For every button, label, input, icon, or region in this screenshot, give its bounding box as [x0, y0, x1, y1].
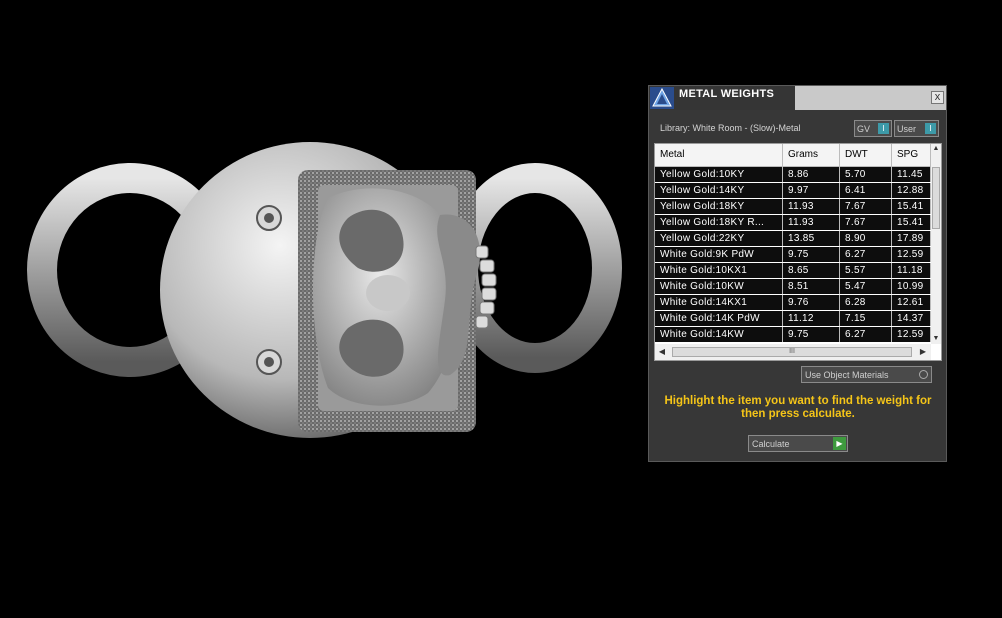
table-row[interactable]: Yellow Gold:18KY 11.93 7.67 15.41: [655, 199, 931, 215]
scroll-down-icon[interactable]: ▼: [931, 334, 941, 344]
table-cell: 11.12: [783, 311, 840, 326]
table-cell: 13.85: [783, 231, 840, 246]
table-cell: 5.57: [840, 263, 892, 278]
table-cell: 8.86: [783, 167, 840, 182]
table-row[interactable]: Yellow Gold:22KY 13.85 8.90 17.89: [655, 231, 931, 247]
table-cell: 9.75: [783, 327, 840, 342]
table-cell: 9.97: [783, 183, 840, 198]
table-cell: 8.51: [783, 279, 840, 294]
table-cell: 10.99: [892, 279, 931, 294]
table-row[interactable]: White Gold:10KW 8.51 5.47 10.99: [655, 279, 931, 295]
metal-weights-panel: METAL WEIGHTS x Library: White Room - (S…: [648, 85, 947, 462]
column-header-spg[interactable]: SPG: [892, 144, 931, 166]
table-cell: 7.67: [840, 215, 892, 230]
metal-table[interactable]: Metal Grams DWT SPG Yellow Gold:10KY 8.86…: [654, 143, 942, 361]
3d-viewport[interactable]: [0, 0, 640, 613]
table-row[interactable]: Yellow Gold:14KY 9.97 6.41 12.88: [655, 183, 931, 199]
table-cell: Yellow Gold:18KY: [655, 199, 783, 214]
vertical-scrollbar[interactable]: ▲ ▼: [931, 144, 941, 344]
table-cell: 7.67: [840, 199, 892, 214]
table-cell: 12.88: [892, 183, 931, 198]
table-cell: White Gold:9K PdW: [655, 247, 783, 262]
table-cell: 12.59: [892, 327, 931, 342]
table-cell: 7.15: [840, 311, 892, 326]
table-row[interactable]: White Gold:14K PdW 11.12 7.15 14.37: [655, 311, 931, 327]
table-cell: 8.65: [783, 263, 840, 278]
calculate-button[interactable]: Calculate ▶: [748, 435, 848, 452]
table-row[interactable]: White Gold:10KX1 8.65 5.57 11.18: [655, 263, 931, 279]
table-cell: 11.93: [783, 199, 840, 214]
scroll-left-icon[interactable]: ◀: [656, 346, 668, 358]
title-tab: METAL WEIGHTS: [649, 86, 795, 110]
pendant-model: [27, 142, 622, 438]
table-cell: 15.41: [892, 215, 931, 230]
table-cell: 5.70: [840, 167, 892, 182]
table-cell: White Gold:10KX1: [655, 263, 783, 278]
calculate-label: Calculate: [752, 439, 790, 449]
table-cell: 11.45: [892, 167, 931, 182]
table-cell: 12.61: [892, 295, 931, 310]
table-cell: 6.41: [840, 183, 892, 198]
table-cell: 15.41: [892, 199, 931, 214]
toggle-knob-icon: I: [878, 123, 889, 134]
gv-toggle-label: GV: [857, 124, 871, 134]
instruction-text: Highlight the item you want to find the …: [664, 395, 932, 420]
use-object-materials-option[interactable]: Use Object Materials: [801, 366, 932, 383]
radio-icon: [919, 370, 928, 379]
table-body: Yellow Gold:10KY 8.86 5.70 11.45 Yellow Gold…: [655, 167, 931, 343]
skull: [313, 188, 460, 406]
use-object-materials-label: Use Object Materials: [805, 370, 889, 380]
table-cell: 9.76: [783, 295, 840, 310]
table-cell: 17.89: [892, 231, 931, 246]
table-row[interactable]: White Gold:9K PdW 9.75 6.27 12.59: [655, 247, 931, 263]
horizontal-scrollbar[interactable]: ◀ III ▶: [655, 344, 931, 360]
table-cell: White Gold:14KX1: [655, 295, 783, 310]
column-header-dwt[interactable]: DWT: [840, 144, 892, 166]
table-row[interactable]: White Gold:14KX1 9.76 6.28 12.61: [655, 295, 931, 311]
app-logo-icon: [650, 87, 674, 109]
gv-toggle[interactable]: GV I: [854, 120, 892, 137]
table-cell: 11.93: [783, 215, 840, 230]
table-cell: 14.37: [892, 311, 931, 326]
table-row[interactable]: Yellow Gold:18KY R... 11.93 7.67 15.41: [655, 215, 931, 231]
table-cell: 11.18: [892, 263, 931, 278]
scroll-right-icon[interactable]: ▶: [917, 346, 929, 358]
library-label: Library: White Room - (Slow)-Metal: [660, 123, 801, 133]
table-header: Metal Grams DWT SPG: [655, 144, 931, 167]
table-cell: White Gold:14KW: [655, 327, 783, 342]
table-cell: 6.27: [840, 327, 892, 342]
table-cell: White Gold:10KW: [655, 279, 783, 294]
close-icon: x: [934, 91, 941, 103]
table-cell: White Gold:14K PdW: [655, 311, 783, 326]
panel-title: METAL WEIGHTS: [679, 88, 775, 100]
close-button[interactable]: x: [931, 91, 944, 104]
table-cell: 6.28: [840, 295, 892, 310]
table-cell: 6.27: [840, 247, 892, 262]
scroll-up-icon[interactable]: ▲: [931, 144, 941, 154]
vertical-scroll-thumb[interactable]: [932, 167, 940, 229]
toggle-knob-icon: I: [925, 123, 936, 134]
column-header-grams[interactable]: Grams: [783, 144, 840, 166]
table-cell: Yellow Gold:14KY: [655, 183, 783, 198]
user-toggle[interactable]: User I: [894, 120, 939, 137]
panel-titlebar[interactable]: METAL WEIGHTS x: [649, 86, 946, 110]
table-row[interactable]: Yellow Gold:10KY 8.86 5.70 11.45: [655, 167, 931, 183]
play-arrow-icon: ▶: [833, 437, 846, 450]
table-row[interactable]: White Gold:14KW 9.75 6.27 12.59: [655, 327, 931, 343]
table-cell: 8.90: [840, 231, 892, 246]
table-cell: 12.59: [892, 247, 931, 262]
user-toggle-label: User: [897, 124, 917, 134]
table-cell: 5.47: [840, 279, 892, 294]
table-cell: 9.75: [783, 247, 840, 262]
table-cell: Yellow Gold:18KY R...: [655, 215, 783, 230]
table-cell: Yellow Gold:22KY: [655, 231, 783, 246]
horizontal-scroll-thumb[interactable]: III: [672, 347, 912, 357]
column-header-metal[interactable]: Metal: [655, 144, 783, 166]
table-cell: Yellow Gold:10KY: [655, 167, 783, 182]
